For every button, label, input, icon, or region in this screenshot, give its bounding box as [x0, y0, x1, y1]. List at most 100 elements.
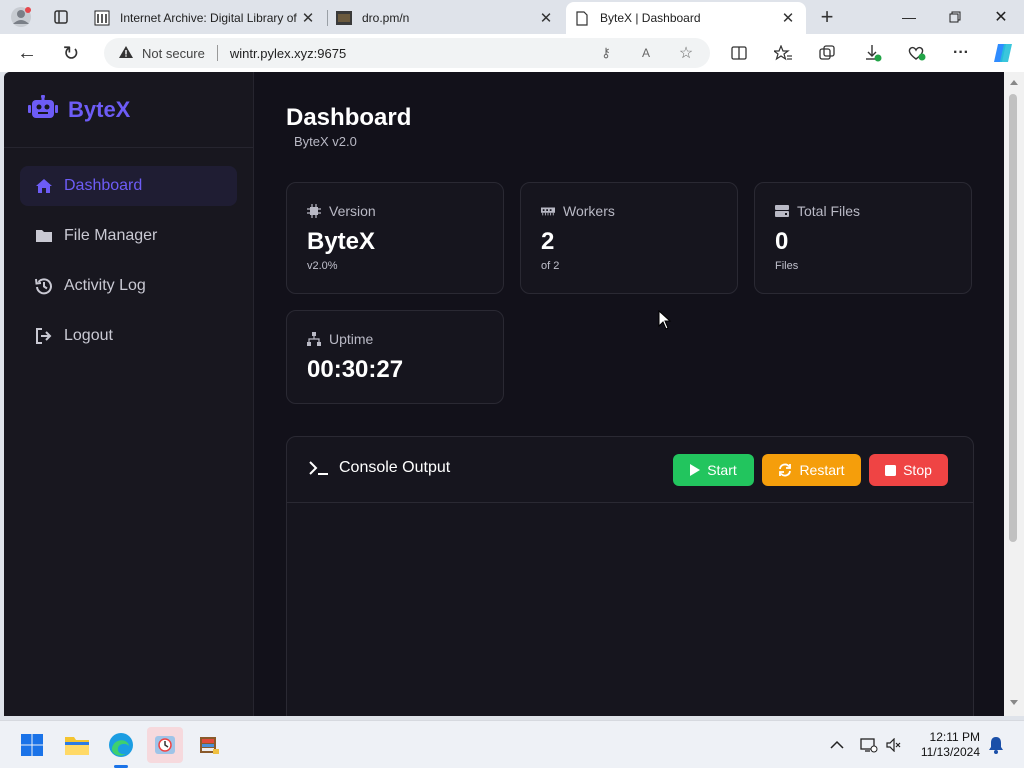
logout-icon — [34, 328, 54, 344]
clock-time: 12:11 PM — [929, 730, 980, 744]
profile-icon[interactable] — [6, 2, 36, 32]
chip-icon — [307, 204, 321, 218]
tab-bytex-dashboard[interactable]: ByteX | Dashboard ✕ — [566, 2, 806, 34]
page-scrollbar[interactable] — [1004, 72, 1024, 716]
sidebar-nav: Dashboard File Manager Activity Log Logo… — [4, 148, 253, 356]
show-hidden-icons-icon[interactable] — [830, 721, 844, 768]
tab-actions-icon[interactable] — [46, 2, 76, 32]
workers-label: Workers — [563, 203, 615, 219]
uptime-card: Uptime 00:30:27 — [286, 310, 504, 404]
uptime-label: Uptime — [329, 331, 374, 347]
split-screen-icon[interactable] — [724, 38, 754, 68]
memory-icon — [541, 204, 555, 218]
image-icon — [336, 10, 352, 26]
terminal-icon — [309, 460, 329, 476]
console-header: Console Output Start Restart Stop — [287, 437, 973, 503]
refresh-icon[interactable]: ↻ — [56, 38, 86, 68]
security-label[interactable]: Not secure — [142, 46, 205, 61]
workers-sub: of 2 — [541, 260, 560, 272]
sidebar-item-dashboard[interactable]: Dashboard — [20, 166, 237, 206]
sync-icon — [778, 463, 792, 477]
page-icon — [574, 10, 590, 26]
sidebar-item-label: Activity Log — [64, 277, 146, 294]
url-text[interactable]: wintr.pylex.xyz:9675 — [230, 46, 346, 61]
pinned-app-icon[interactable] — [147, 727, 183, 763]
version-value: ByteX — [307, 228, 376, 255]
more-options-icon[interactable]: ··· — [946, 38, 976, 68]
sidebar-item-label: Dashboard — [64, 177, 143, 194]
warning-icon[interactable] — [118, 45, 134, 62]
home-icon — [34, 178, 54, 194]
tab-title: dro.pm/n — [362, 11, 410, 25]
close-window-icon[interactable]: ✕ — [978, 0, 1024, 34]
display-status-icon[interactable] — [860, 721, 878, 768]
restart-button[interactable]: Restart — [762, 454, 861, 486]
copilot-icon[interactable] — [988, 38, 1018, 68]
close-tab-icon[interactable]: ✕ — [778, 9, 798, 27]
browser-essentials-icon[interactable] — [902, 38, 932, 68]
version-label: Version — [329, 203, 376, 219]
history-icon — [34, 277, 54, 295]
notifications-bell-icon[interactable] — [988, 721, 1004, 768]
network-icon — [307, 332, 321, 346]
folder-icon — [34, 229, 54, 243]
archive-app-icon[interactable] — [191, 727, 227, 763]
system-clock[interactable]: 12:11 PM 11/13/2024 — [910, 730, 980, 760]
card-label: Total Files — [775, 203, 860, 219]
brand-name: ByteX — [68, 96, 131, 122]
card-label: Version — [307, 203, 376, 219]
password-key-icon[interactable]: ⚷ — [598, 45, 614, 61]
play-icon — [690, 464, 701, 476]
sidebar-item-label: File Manager — [64, 227, 158, 244]
close-tab-icon[interactable]: ✕ — [536, 9, 556, 27]
close-tab-icon[interactable]: ✕ — [298, 9, 318, 27]
edge-browser-icon[interactable] — [103, 727, 139, 763]
windows-start-icon[interactable] — [14, 727, 50, 763]
console-output-area[interactable] — [287, 503, 973, 716]
back-icon[interactable]: ← — [12, 38, 42, 68]
sidebar-item-file-manager[interactable]: File Manager — [20, 216, 237, 256]
sidebar: ByteX Dashboard File Manager Activity Lo… — [4, 72, 254, 716]
start-label: Start — [707, 462, 737, 478]
address-bar[interactable]: Not secure wintr.pylex.xyz:9675 ⚷ A ☆ — [104, 38, 710, 68]
restart-label: Restart — [799, 462, 845, 478]
volume-muted-icon[interactable] — [886, 721, 902, 768]
start-button[interactable]: Start — [673, 454, 754, 486]
total-files-card: Total Files 0 Files — [754, 182, 972, 294]
archive-icon — [94, 10, 110, 26]
restore-icon[interactable] — [932, 0, 978, 34]
stop-button[interactable]: Stop — [869, 454, 948, 486]
version-sub: v2.0% — [307, 260, 338, 272]
collections-icon[interactable] — [812, 38, 842, 68]
uptime-value: 00:30:27 — [307, 356, 404, 383]
downloads-icon[interactable] — [858, 38, 888, 68]
sidebar-item-activity-log[interactable]: Activity Log — [20, 266, 237, 306]
sidebar-item-logout[interactable]: Logout — [20, 316, 237, 356]
files-sub: Files — [775, 260, 799, 272]
page-viewport: ByteX Dashboard File Manager Activity Lo… — [4, 72, 1004, 716]
tab-title: Internet Archive: Digital Library of — [120, 11, 297, 25]
console-title-text: Console Output — [339, 459, 451, 476]
scroll-thumb[interactable] — [1009, 94, 1017, 542]
main-content: Dashboard ByteX v2.0 Version ByteX v2.0%… — [254, 72, 1004, 716]
taskbar: 12:11 PM 11/13/2024 — [0, 720, 1024, 768]
sidebar-item-label: Logout — [64, 327, 113, 344]
file-explorer-icon[interactable] — [59, 727, 95, 763]
workers-value: 2 — [541, 228, 555, 255]
new-tab-icon[interactable]: + — [812, 2, 842, 32]
hard-drive-icon — [775, 204, 789, 218]
browser-toolbar: ← ↻ Not secure wintr.pylex.xyz:9675 ⚷ A … — [0, 34, 1024, 72]
minimize-icon[interactable]: — — [886, 0, 932, 34]
read-aloud-icon[interactable]: A — [638, 45, 654, 61]
workers-card: Workers 2 of 2 — [520, 182, 738, 294]
brand[interactable]: ByteX — [4, 72, 253, 148]
tab-internet-archive[interactable]: Internet Archive: Digital Library of ✕ — [86, 2, 326, 34]
page-title: Dashboard — [286, 104, 412, 131]
favorites-icon[interactable] — [768, 38, 798, 68]
files-value: 0 — [775, 228, 789, 255]
scroll-up-icon[interactable] — [1010, 80, 1018, 85]
favorite-star-icon[interactable]: ☆ — [678, 45, 694, 62]
stop-icon — [885, 464, 897, 476]
tab-dro-pm[interactable]: dro.pm/n ✕ — [328, 2, 564, 34]
scroll-down-icon[interactable] — [1010, 700, 1018, 705]
